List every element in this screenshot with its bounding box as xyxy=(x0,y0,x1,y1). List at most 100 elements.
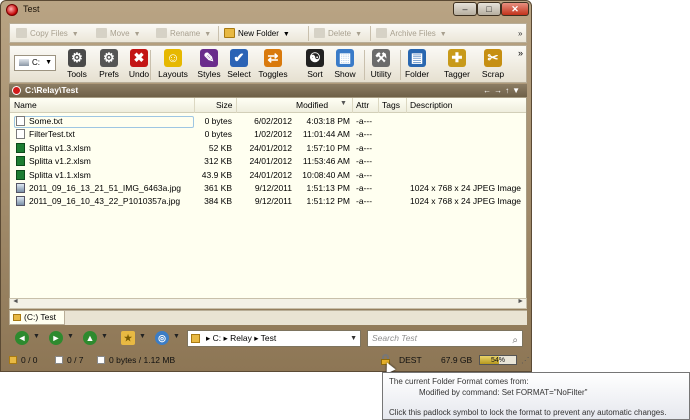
x-icon: ✖ xyxy=(130,49,148,67)
file-count: 0 / 7 xyxy=(55,353,84,367)
sort-arrow-icon: ▼ xyxy=(340,100,347,107)
sort-button[interactable]: ☯ Sort xyxy=(298,49,332,79)
chevron-down-icon[interactable]: ▼ xyxy=(139,333,146,340)
rename-icon xyxy=(156,28,167,38)
column-description[interactable]: Description xyxy=(410,100,453,110)
column-divider[interactable] xyxy=(378,98,379,113)
file-list[interactable]: Name Size Modified ▼ Attr Tags Descripti… xyxy=(9,97,527,309)
file-size: 43.9 KB xyxy=(201,169,232,180)
minimize-button[interactable]: – xyxy=(453,2,477,16)
file-row[interactable]: 2011_09_16_10_43_22_P1010357a.jpg 384 KB 9… xyxy=(10,195,526,208)
utility-button[interactable]: ⚒ Utility xyxy=(364,49,398,79)
column-name[interactable]: Name xyxy=(14,100,37,110)
move-button[interactable]: Move ▼ xyxy=(96,26,141,41)
chevron-down-icon[interactable]: ▼ xyxy=(350,331,357,346)
delete-button[interactable]: Delete ▼ xyxy=(314,26,362,41)
column-divider[interactable] xyxy=(236,98,237,113)
scroll-right-icon[interactable]: ► xyxy=(517,298,524,305)
address-segments[interactable]: ▸ C: ▸ Relay ▸ Test xyxy=(206,333,276,343)
file-row[interactable]: FilterTest.txt 0 bytes 1/02/2012 11:01:44 A… xyxy=(10,128,526,141)
text-file-icon xyxy=(16,116,25,126)
file-attr: -a--- xyxy=(356,129,373,140)
file-name[interactable]: Splitta v1.1.xlsm xyxy=(16,169,91,182)
file-row[interactable]: Splitta v1.3.xlsm 52 KB 24/01/2012 1:57:10 … xyxy=(10,142,526,155)
search-input[interactable]: Search Test ⌕ xyxy=(367,330,523,347)
toolbar-overflow-button[interactable]: » xyxy=(518,26,522,41)
file-name[interactable]: 2011_09_16_10_43_22_P1010357a.jpg xyxy=(16,195,180,208)
file-row[interactable]: Some.txt 0 bytes 6/02/2012 4:03:18 PM -a--- xyxy=(10,115,526,128)
prefs-button[interactable]: ⚙ Prefs xyxy=(92,49,126,79)
up-button[interactable]: ▲ xyxy=(83,331,97,345)
column-divider[interactable] xyxy=(352,98,353,113)
toolbar-button-label: Toggles xyxy=(258,69,288,79)
layouts-button[interactable]: ☺ Layouts xyxy=(156,49,190,79)
gear-icon: ⚙ xyxy=(100,49,118,67)
chevron-down-icon[interactable]: ▼ xyxy=(101,333,108,340)
file-row[interactable]: 2011_09_16_13_21_51_IMG_6463a.jpg 361 KB 9… xyxy=(10,182,526,195)
folder-button[interactable]: ▤ Folder xyxy=(400,49,434,79)
network-globe-button[interactable]: ◎ xyxy=(155,331,169,345)
toolbar-divider xyxy=(150,50,151,80)
file-time: 1:57:10 PM xyxy=(306,142,350,153)
back-button[interactable]: ◄ xyxy=(15,331,29,345)
file-name[interactable]: Splitta v1.2.xlsm xyxy=(16,155,91,168)
tools-button[interactable]: ⚙ Tools xyxy=(60,49,94,79)
favorites-folder-button[interactable]: ★ xyxy=(121,331,135,345)
address-bar[interactable]: ▸ C: ▸ Relay ▸ Test ▼ xyxy=(187,330,361,347)
image-file-icon xyxy=(16,196,25,207)
search-icon[interactable]: ⌕ xyxy=(512,333,518,348)
file-name[interactable]: Some.txt xyxy=(16,115,63,128)
forward-button[interactable]: ► xyxy=(49,331,63,345)
tag-icon: ✚ xyxy=(448,49,466,67)
scrap-button[interactable]: ✂ Scrap xyxy=(476,49,510,79)
file-name[interactable]: 2011_09_16_13_21_51_IMG_6463a.jpg xyxy=(16,182,181,195)
file-row[interactable]: Splitta v1.2.xlsm 312 KB 24/01/2012 11:53:4… xyxy=(10,155,526,168)
excel-file-icon xyxy=(16,142,25,153)
toggles-button[interactable]: ⇄ Toggles xyxy=(256,49,290,79)
chevron-down-icon: ▼ xyxy=(282,31,290,38)
tab-test[interactable]: (C:) Test xyxy=(9,311,65,325)
file-name[interactable]: Splitta v1.3.xlsm xyxy=(16,142,91,155)
excel-file-icon xyxy=(16,156,25,167)
column-divider[interactable] xyxy=(194,98,195,113)
path-nav-buttons[interactable]: ←→↑▼ xyxy=(483,84,523,97)
chevron-down-icon[interactable]: ▼ xyxy=(33,333,40,340)
free-space: 67.9 GB xyxy=(441,355,473,365)
styles-button[interactable]: ✎ Styles xyxy=(192,49,226,79)
window-title: Test xyxy=(23,4,40,14)
file-name[interactable]: FilterTest.txt xyxy=(16,128,75,141)
select-button[interactable]: ✔ Select xyxy=(222,49,256,79)
column-attr[interactable]: Attr xyxy=(356,100,369,110)
horizontal-scrollbar[interactable]: ◄ ► xyxy=(9,298,527,309)
rename-button[interactable]: Rename ▼ xyxy=(156,26,211,41)
folder-icon: ▤ xyxy=(408,49,426,67)
column-modified[interactable]: Modified xyxy=(296,100,328,110)
resize-grip[interactable]: ⋰ xyxy=(521,353,530,367)
dest-label: DEST xyxy=(399,355,422,365)
checkbox-icon: ✔ xyxy=(230,49,248,67)
chevron-down-icon[interactable]: ▼ xyxy=(67,333,74,340)
title-bar[interactable]: Test – □ ✕ xyxy=(1,1,531,19)
new-folder-button[interactable]: New Folder ▼ xyxy=(224,26,290,41)
column-divider[interactable] xyxy=(406,98,407,113)
scroll-left-icon[interactable]: ◄ xyxy=(12,298,19,305)
close-button[interactable]: ✕ xyxy=(501,2,529,16)
excel-file-icon xyxy=(16,169,25,180)
toolbar-button-label: Folder xyxy=(404,69,430,79)
copy-files-button[interactable]: Copy Files ▼ xyxy=(16,26,79,41)
drive-selector[interactable]: C: ▼ xyxy=(14,55,56,71)
column-size[interactable]: Size xyxy=(216,100,233,110)
folder-format-tooltip: The current Folder Format comes from: Mo… xyxy=(382,372,690,420)
maximize-button[interactable]: □ xyxy=(477,2,501,16)
column-tags[interactable]: Tags xyxy=(382,100,400,110)
chevron-down-icon[interactable]: ▼ xyxy=(173,333,180,340)
tagger-button[interactable]: ✚ Tagger xyxy=(440,49,474,79)
show-button[interactable]: ▦ Show xyxy=(328,49,362,79)
file-time: 11:53:46 AM xyxy=(302,156,350,167)
file-row[interactable]: Splitta v1.1.xlsm 43.9 KB 24/01/2012 10:08:… xyxy=(10,169,526,182)
toolbar-overflow-button[interactable]: » xyxy=(518,48,523,58)
archive-files-button[interactable]: Archive Files ▼ xyxy=(376,26,447,41)
app-icon[interactable] xyxy=(6,4,18,16)
toolbar-divider xyxy=(370,26,371,41)
file-attr: -a--- xyxy=(356,183,373,193)
